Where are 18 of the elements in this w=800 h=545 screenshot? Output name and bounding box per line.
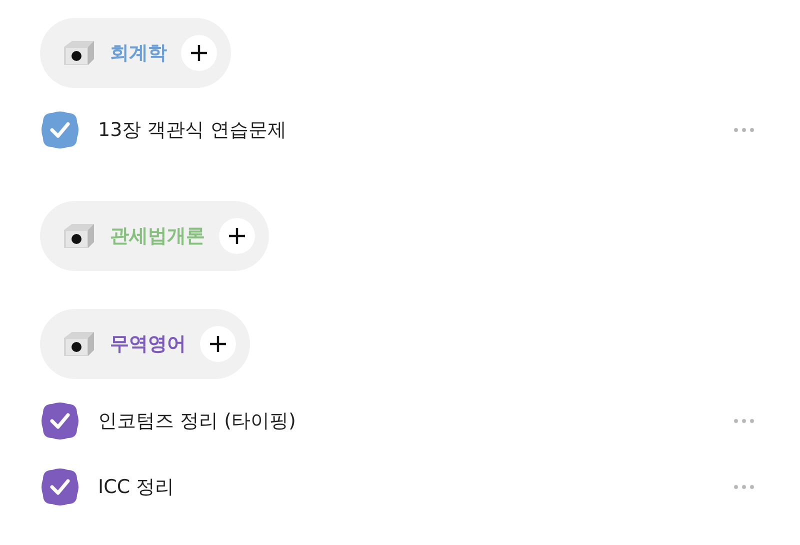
add-button[interactable] bbox=[200, 326, 236, 362]
category-chip[interactable]: 무역영어 bbox=[40, 309, 250, 379]
category-chip[interactable]: 회계학 bbox=[40, 18, 231, 88]
add-button[interactable] bbox=[219, 218, 255, 254]
task-title: 13장 객관식 연습문제 bbox=[98, 118, 288, 143]
category-chip[interactable]: 관세법개론 bbox=[40, 201, 269, 271]
plus-icon bbox=[209, 335, 227, 353]
checkbox[interactable] bbox=[40, 110, 80, 150]
task-title: 인코텀즈 정리 (타이핑) bbox=[98, 409, 297, 434]
add-button[interactable] bbox=[181, 35, 217, 71]
checkbox[interactable] bbox=[40, 401, 80, 441]
category-name: 관세법개론 bbox=[110, 224, 205, 249]
category-name: 무역영어 bbox=[110, 332, 186, 357]
task-title: ICC 정리 bbox=[98, 475, 176, 500]
plus-icon bbox=[190, 44, 208, 62]
category-name: 회계학 bbox=[110, 41, 167, 66]
checkbox[interactable] bbox=[40, 467, 80, 507]
plus-icon bbox=[228, 227, 246, 245]
